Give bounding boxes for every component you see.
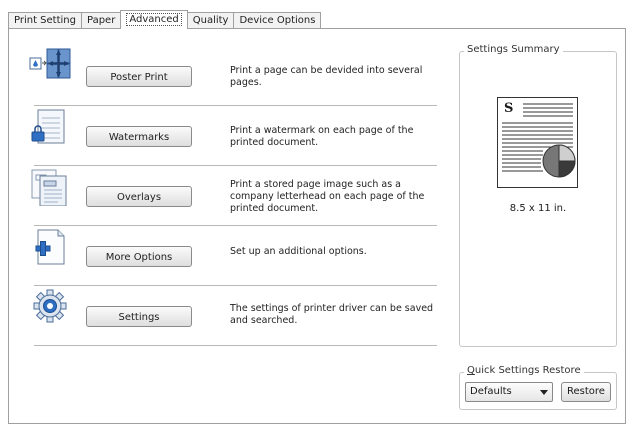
option-row-overlays: Overlays Print a stored page image such … [28,166,437,226]
overlays-description: Print a stored page image such as a comp… [230,179,425,214]
settings-description: The settings of printer driver can be sa… [230,303,434,326]
option-row-poster-print: Poster Print Print a page can be devided… [28,46,437,106]
tab-device-options[interactable]: Device Options [233,12,322,28]
restore-button[interactable]: Restore [561,382,611,402]
option-row-settings: Settings The settings of printer driver … [28,286,437,346]
paper-size-label: 8.5 x 11 in. [509,203,567,214]
quick-settings-restore-title: Quick Settings Restore [464,365,584,376]
tab-bar: Print Setting Paper Advanced Quality Dev… [8,10,322,29]
option-row-more-options: More Options Set up an additional option… [28,226,437,286]
overlays-button[interactable]: Overlays [86,186,192,207]
gear-icon [28,286,72,326]
tab-quality[interactable]: Quality [186,12,235,28]
settings-summary-title: Settings Summary [464,44,563,55]
tab-advanced-label: Advanced [126,13,182,26]
settings-button[interactable]: Settings [86,306,192,327]
page-preview-letter: S [504,101,514,116]
quick-settings-select[interactable]: Defaults [465,382,553,402]
watermarks-description: Print a watermark on each page of the pr… [230,125,414,148]
quick-settings-accelerator: Q [467,365,475,376]
settings-summary-group [459,51,617,347]
more-options-button[interactable]: More Options [86,246,192,267]
more-options-description: Set up an additional options. [230,246,367,257]
quick-settings-selected: Defaults [470,386,512,397]
poster-print-description: Print a page can be devided into several… [230,65,423,88]
divider [34,345,437,346]
chevron-down-icon[interactable] [540,390,548,395]
poster-print-icon [28,46,72,86]
tab-paper[interactable]: Paper [81,12,122,28]
quick-settings-title-rest: uick Settings Restore [474,365,581,376]
watermark-icon [28,106,72,146]
tab-advanced[interactable]: Advanced [120,10,188,29]
option-row-watermarks: Watermarks Print a watermark on each pag… [28,106,437,166]
poster-print-button[interactable]: Poster Print [86,66,192,87]
overlay-icon [28,166,72,207]
watermarks-button[interactable]: Watermarks [86,126,192,147]
more-options-icon [28,226,72,266]
tab-print-setting[interactable]: Print Setting [8,12,82,28]
